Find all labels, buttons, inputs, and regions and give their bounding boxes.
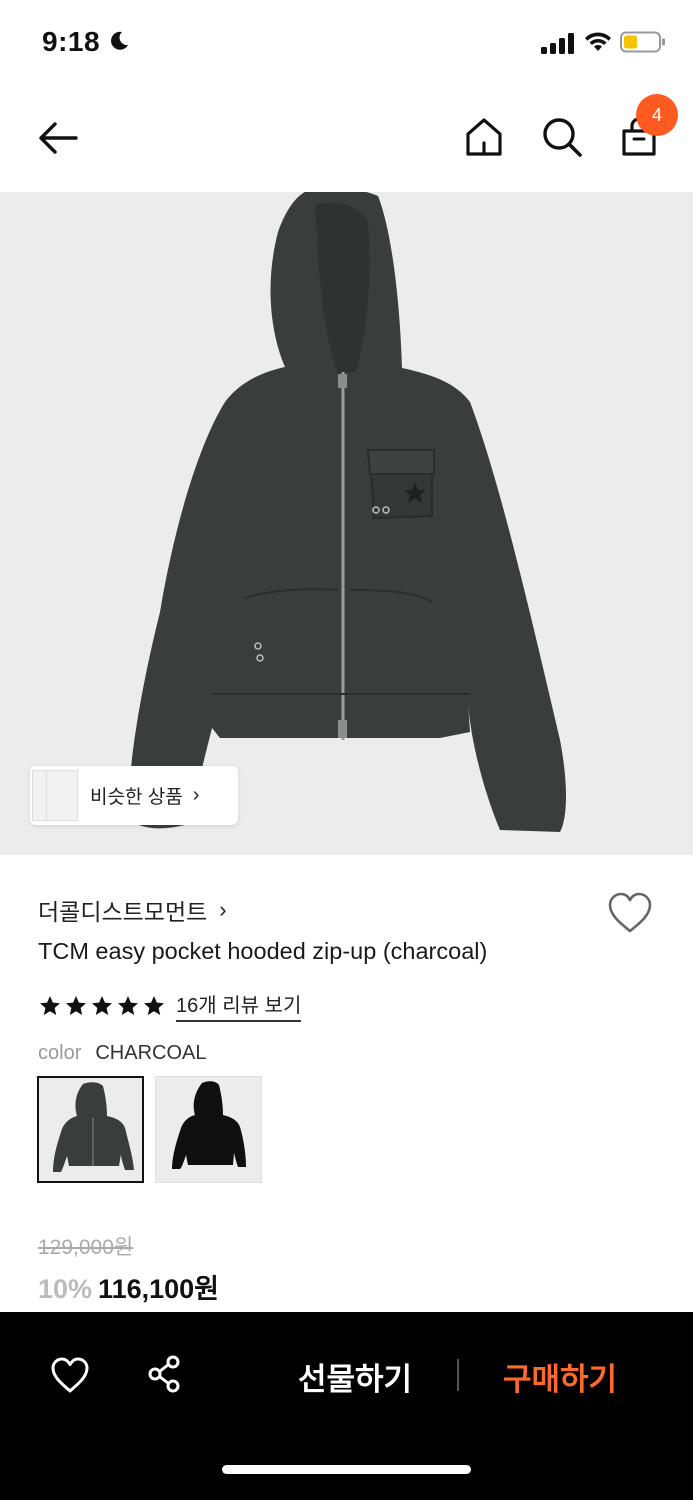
- price-row: 10% 116,100원: [38, 1267, 219, 1306]
- star-icon: [92, 995, 112, 1015]
- share-icon[interactable]: [145, 1354, 185, 1394]
- buy-button[interactable]: 구매하기: [503, 1354, 617, 1399]
- color-swatch-black[interactable]: [155, 1076, 262, 1183]
- discount-rate: 10%: [38, 1274, 93, 1304]
- status-time: 9:18: [42, 26, 101, 57]
- color-swatch-charcoal[interactable]: [37, 1076, 144, 1183]
- color-row: color CHARCOAL: [38, 1042, 207, 1065]
- heart-icon[interactable]: [606, 891, 654, 935]
- back-arrow-icon[interactable]: [36, 116, 80, 160]
- star-icon: [66, 995, 86, 1015]
- hoodie-image: [129, 192, 566, 832]
- wifi-icon: [585, 32, 611, 51]
- final-price: 116,100원: [98, 1274, 219, 1304]
- signal-icon: [541, 33, 574, 54]
- cart-count-badge: 4: [636, 94, 678, 136]
- star-icon: [118, 995, 138, 1015]
- star-icon: [40, 995, 60, 1015]
- review-link[interactable]: 16개 리뷰 보기: [176, 989, 302, 1022]
- color-label: color: [38, 1042, 82, 1064]
- star-rating: [38, 994, 166, 1018]
- bottom-action-bar: 선물하기 구매하기: [0, 1312, 693, 1500]
- battery-icon: [620, 31, 665, 53]
- brand-name: 더콜디스트모먼트: [38, 899, 208, 925]
- home-indicator: [222, 1465, 471, 1474]
- original-price: 129,000원: [38, 1236, 134, 1259]
- status-bar: 9:18: [0, 0, 693, 88]
- swatch-hoodie-black: [172, 1081, 246, 1169]
- heart-icon[interactable]: [50, 1356, 90, 1394]
- product-info: 더콜디스트모먼트 › TCM easy pocket hooded zip-up…: [0, 855, 693, 1312]
- rating-row: 16개 리뷰 보기: [38, 989, 302, 1022]
- search-icon[interactable]: [540, 115, 584, 159]
- product-title: TCM easy pocket hooded zip-up (charcoal): [38, 938, 488, 964]
- chevron-right-icon: ›: [192, 784, 200, 806]
- similar-products-button[interactable]: 비슷한 상품 ›: [30, 766, 238, 825]
- moon-icon: [111, 31, 128, 50]
- similar-thumb: [46, 770, 78, 821]
- swatch-hoodie-charcoal: [53, 1082, 134, 1172]
- product-image[interactable]: 비슷한 상품 ›: [0, 192, 693, 855]
- divider: [457, 1359, 459, 1391]
- chevron-right-icon: ›: [219, 897, 227, 922]
- color-value: CHARCOAL: [95, 1042, 207, 1064]
- home-icon[interactable]: [462, 115, 506, 159]
- star-icon: [144, 995, 164, 1015]
- similar-products-label: 비슷한 상품: [90, 787, 183, 808]
- similar-thumbnails: [30, 766, 86, 825]
- brand-link[interactable]: 더콜디스트모먼트 ›: [38, 893, 227, 927]
- gift-button[interactable]: 선물하기: [298, 1354, 412, 1399]
- nav-bar: [0, 88, 693, 192]
